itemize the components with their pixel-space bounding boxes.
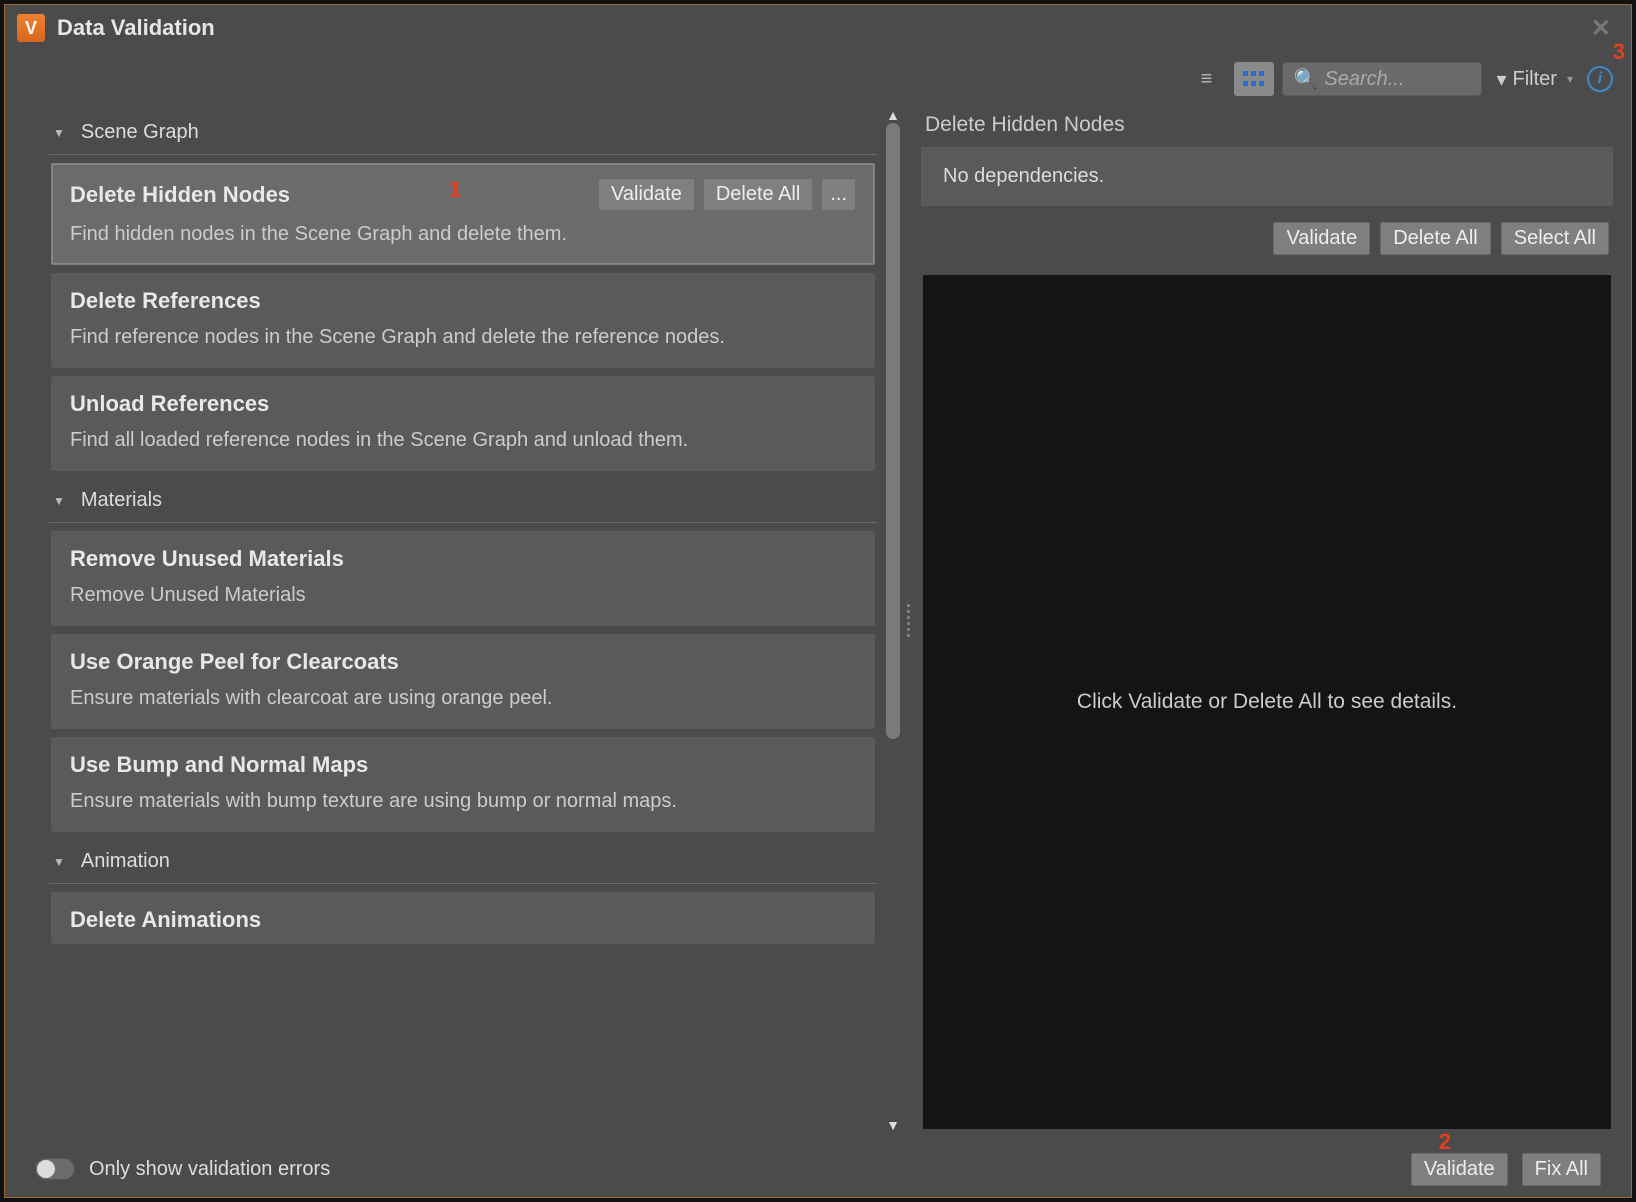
rule-title: Unload References [70, 391, 856, 417]
rule-description: Ensure materials with clearcoat are usin… [70, 687, 856, 710]
detail-validate-button[interactable]: Validate [1273, 222, 1370, 255]
search-icon: 🔍 [1293, 67, 1318, 92]
detail-header: Delete Hidden Nodes [921, 107, 1613, 147]
detail-placeholder: Click Validate or Delete All to see deta… [1077, 690, 1457, 714]
close-icon[interactable]: ✕ [1583, 10, 1619, 47]
rule-title: Delete Hidden Nodes [70, 182, 590, 208]
rule-title: Use Bump and Normal Maps [70, 752, 856, 778]
window-title: Data Validation [57, 15, 1583, 41]
window: V Data Validation ✕ 3 ≡ 🔍 ▾ Filter ▾ i 1… [4, 4, 1632, 1198]
filter-dropdown[interactable]: ▾ Filter ▾ [1490, 63, 1579, 96]
detail-select-all-button[interactable]: Select All [1501, 222, 1609, 255]
rule-list: 1 ▼ Scene Graph Delete Hidden Nodes Vali… [23, 107, 883, 1133]
rule-description: Find all loaded reference nodes in the S… [70, 429, 856, 452]
rule-card-orange-peel[interactable]: Use Orange Peel for Clearcoats Ensure ma… [51, 634, 875, 729]
rule-title: Delete References [70, 288, 856, 314]
scroll-down-icon[interactable]: ▼ [883, 1117, 903, 1133]
detail-fix-button[interactable]: Delete All [1380, 222, 1491, 255]
rule-card-bump-maps[interactable]: Use Bump and Normal Maps Ensure material… [51, 737, 875, 832]
toggle-knob [37, 1160, 55, 1178]
view-grid-button[interactable] [1234, 62, 1274, 96]
footer-fix-all-button[interactable]: Fix All [1522, 1153, 1601, 1186]
dependencies-box: No dependencies. [921, 147, 1613, 206]
rule-card-delete-references[interactable]: Delete References Find reference nodes i… [51, 273, 875, 368]
chevron-down-icon: ▼ [53, 855, 65, 869]
rule-list-panel: 1 ▼ Scene Graph Delete Hidden Nodes Vali… [23, 107, 903, 1133]
rule-description: Remove Unused Materials [70, 584, 856, 607]
app-icon: V [17, 14, 45, 42]
rule-title: Use Orange Peel for Clearcoats [70, 649, 856, 675]
titlebar: V Data Validation ✕ [5, 5, 1631, 51]
toolbar: 3 ≡ 🔍 ▾ Filter ▾ i [5, 51, 1631, 107]
info-icon[interactable]: i [1587, 66, 1613, 92]
chevron-down-icon: ▼ [53, 494, 65, 508]
section-title: Scene Graph [81, 121, 199, 144]
section-title: Materials [81, 489, 162, 512]
rule-card-unload-references[interactable]: Unload References Find all loaded refere… [51, 376, 875, 471]
grid-icon [1243, 71, 1265, 87]
errors-only-toggle[interactable] [35, 1158, 75, 1180]
detail-actions: Validate Delete All Select All [921, 206, 1613, 271]
section-header-scene-graph[interactable]: ▼ Scene Graph [49, 111, 877, 155]
detail-panel: Delete Hidden Nodes No dependencies. Val… [915, 107, 1613, 1133]
chevron-down-icon: ▼ [53, 126, 65, 140]
chevron-down-icon: ▾ [1567, 72, 1573, 86]
section-header-materials[interactable]: ▼ Materials [49, 479, 877, 523]
validate-button[interactable]: Validate [598, 178, 695, 211]
scroll-track[interactable] [886, 123, 900, 1117]
more-button[interactable]: ... [821, 178, 856, 211]
scroll-thumb[interactable] [886, 123, 900, 739]
splitter[interactable] [903, 107, 915, 1133]
search-box: 🔍 [1282, 62, 1482, 96]
section-header-animation[interactable]: ▼ Animation [49, 840, 877, 884]
errors-only-label: Only show validation errors [89, 1158, 330, 1181]
footer: Only show validation errors 2 Validate F… [5, 1141, 1631, 1197]
view-compact-button[interactable]: ≡ [1186, 62, 1226, 96]
filter-icon: ▾ [1496, 67, 1506, 92]
content: 1 ▼ Scene Graph Delete Hidden Nodes Vali… [5, 107, 1631, 1141]
rule-card-delete-hidden-nodes[interactable]: Delete Hidden Nodes Validate Delete All … [51, 163, 875, 265]
rule-description: Find hidden nodes in the Scene Graph and… [70, 223, 856, 246]
rule-card-delete-animations[interactable]: Delete Animations [51, 892, 875, 944]
rule-card-remove-unused-materials[interactable]: Remove Unused Materials Remove Unused Ma… [51, 531, 875, 626]
section-title: Animation [81, 850, 170, 873]
rule-description: Ensure materials with bump texture are u… [70, 790, 856, 813]
rule-title: Delete Animations [70, 907, 856, 933]
filter-label: Filter [1513, 68, 1557, 91]
fix-button[interactable]: Delete All [703, 178, 814, 211]
rule-description: Find reference nodes in the Scene Graph … [70, 326, 856, 349]
scroll-up-icon[interactable]: ▲ [883, 107, 903, 123]
footer-validate-button[interactable]: Validate [1411, 1153, 1508, 1186]
splitter-handle-icon [907, 602, 911, 638]
detail-results-view: Click Validate or Delete All to see deta… [923, 275, 1611, 1129]
scrollbar[interactable]: ▲ ▼ [883, 107, 903, 1133]
list-icon: ≡ [1201, 68, 1213, 91]
search-input[interactable] [1324, 68, 1471, 91]
rule-title: Remove Unused Materials [70, 546, 856, 572]
